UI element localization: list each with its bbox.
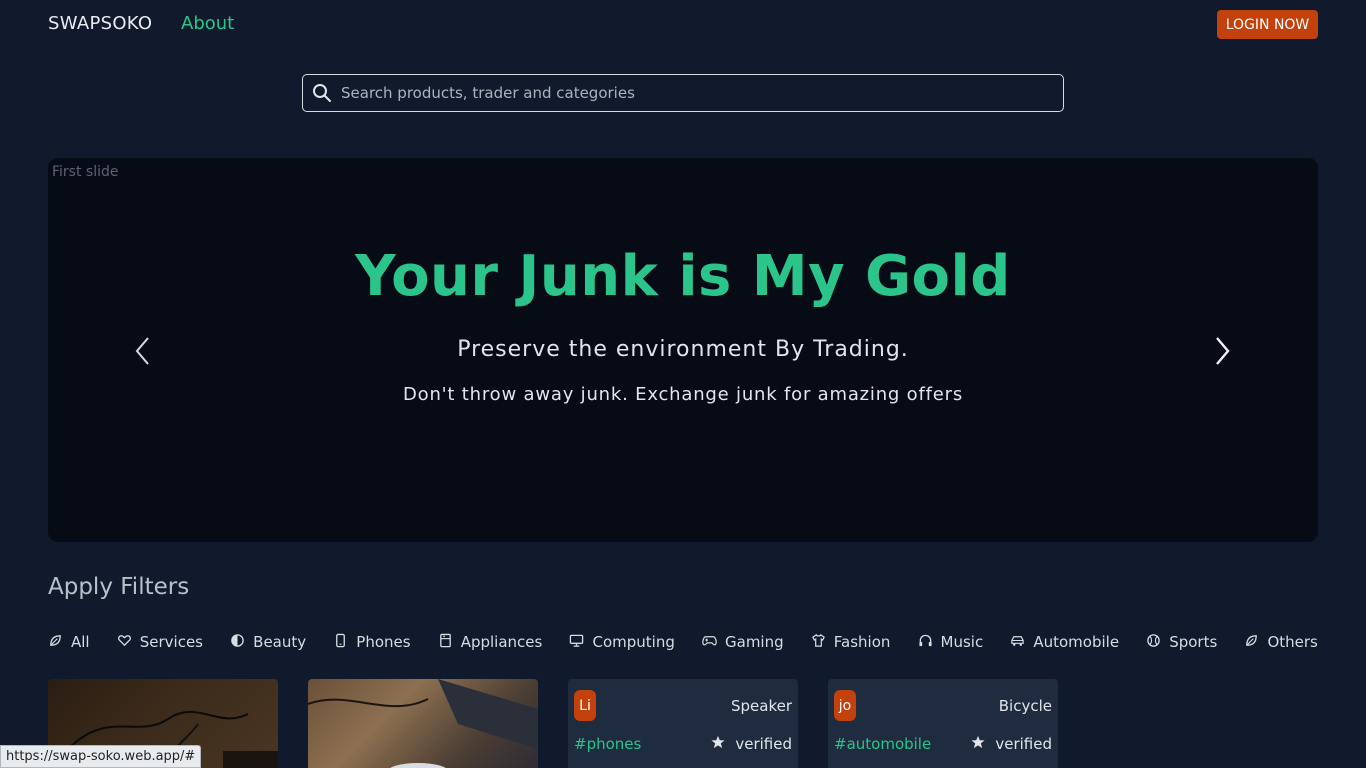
filter-label: Others bbox=[1267, 633, 1318, 651]
hero-subtitle: Preserve the environment By Trading. bbox=[457, 337, 909, 362]
filter-label: Gaming bbox=[725, 633, 784, 651]
product-name: Bicycle bbox=[998, 697, 1052, 715]
car-icon bbox=[1010, 633, 1025, 652]
filter-others[interactable]: Others bbox=[1244, 633, 1318, 652]
filter-fashion[interactable]: Fashion bbox=[811, 633, 891, 652]
search-icon bbox=[303, 75, 341, 111]
verified-label: verified bbox=[735, 735, 792, 753]
shirt-icon bbox=[811, 633, 826, 652]
avatar: Li bbox=[574, 690, 596, 721]
search-bar bbox=[302, 74, 1064, 112]
monitor-icon bbox=[569, 633, 584, 652]
nav-about-link[interactable]: About bbox=[181, 13, 234, 34]
slide-alt-text: First slide bbox=[52, 164, 119, 180]
product-card[interactable]: jo Bicycle #automobile verified bbox=[828, 679, 1058, 768]
filter-all[interactable]: All bbox=[48, 633, 90, 652]
filter-gaming[interactable]: Gaming bbox=[702, 633, 784, 652]
status-url-tooltip: https://swap-soko.web.app/# bbox=[0, 745, 202, 768]
filter-label: Sports bbox=[1169, 633, 1218, 651]
filter-label: Computing bbox=[592, 633, 675, 651]
search-input[interactable] bbox=[341, 75, 1063, 111]
leaf-icon bbox=[1244, 633, 1259, 652]
filter-beauty[interactable]: Beauty bbox=[230, 633, 306, 652]
verified-status: verified bbox=[971, 735, 1052, 753]
ball-icon bbox=[1146, 633, 1161, 652]
gamepad-icon bbox=[702, 633, 717, 652]
filter-sports[interactable]: Sports bbox=[1146, 633, 1217, 652]
login-button[interactable]: LOGIN NOW bbox=[1217, 10, 1318, 39]
filter-appliances[interactable]: Appliances bbox=[438, 633, 543, 652]
filter-label: Appliances bbox=[460, 633, 543, 651]
verified-label: verified bbox=[995, 735, 1052, 753]
filter-label: Phones bbox=[356, 633, 411, 651]
filter-label: Services bbox=[139, 633, 204, 651]
product-card-image[interactable] bbox=[308, 679, 538, 768]
filter-phones[interactable]: Phones bbox=[333, 633, 411, 652]
filter-label: Music bbox=[940, 633, 984, 651]
filter-label: Automobile bbox=[1033, 633, 1120, 651]
leaf-icon bbox=[48, 633, 63, 652]
filter-label: Fashion bbox=[833, 633, 891, 651]
category-tag[interactable]: #phones bbox=[574, 735, 641, 753]
filter-label: All bbox=[71, 633, 90, 651]
filter-automobile[interactable]: Automobile bbox=[1010, 633, 1119, 652]
product-name: Speaker bbox=[730, 697, 792, 715]
product-photo bbox=[308, 679, 538, 768]
carousel-prev-icon[interactable] bbox=[132, 335, 154, 367]
category-tag[interactable]: #automobile bbox=[834, 735, 931, 753]
star-icon bbox=[971, 735, 985, 753]
contrast-icon bbox=[230, 633, 245, 652]
avatar: jo bbox=[834, 690, 856, 721]
filter-computing[interactable]: Computing bbox=[569, 633, 675, 652]
hand-heart-icon bbox=[117, 633, 132, 652]
product-card[interactable]: Li Speaker #phones verified bbox=[568, 679, 798, 768]
headphones-icon bbox=[918, 633, 933, 652]
filter-label: Beauty bbox=[253, 633, 307, 651]
carousel-next-icon[interactable] bbox=[1211, 335, 1233, 367]
filter-music[interactable]: Music bbox=[918, 633, 984, 652]
verified-status: verified bbox=[711, 735, 792, 753]
appliance-icon bbox=[438, 633, 453, 652]
star-icon bbox=[711, 735, 725, 753]
filter-bar: All Services Beauty Phones Appliances Co… bbox=[48, 630, 1318, 654]
hero-title: Your Junk is My Gold bbox=[355, 244, 1011, 309]
hero-description: Don't throw away junk. Exchange junk for… bbox=[402, 384, 964, 405]
filters-heading: Apply Filters bbox=[48, 574, 190, 600]
navbar: SWAPSOKO About LOGIN NOW bbox=[0, 0, 1366, 50]
phone-icon bbox=[333, 633, 348, 652]
brand-logo[interactable]: SWAPSOKO bbox=[48, 13, 152, 34]
hero-carousel: First slide Your Junk is My Gold Preserv… bbox=[48, 158, 1318, 542]
filter-services[interactable]: Services bbox=[117, 633, 203, 652]
